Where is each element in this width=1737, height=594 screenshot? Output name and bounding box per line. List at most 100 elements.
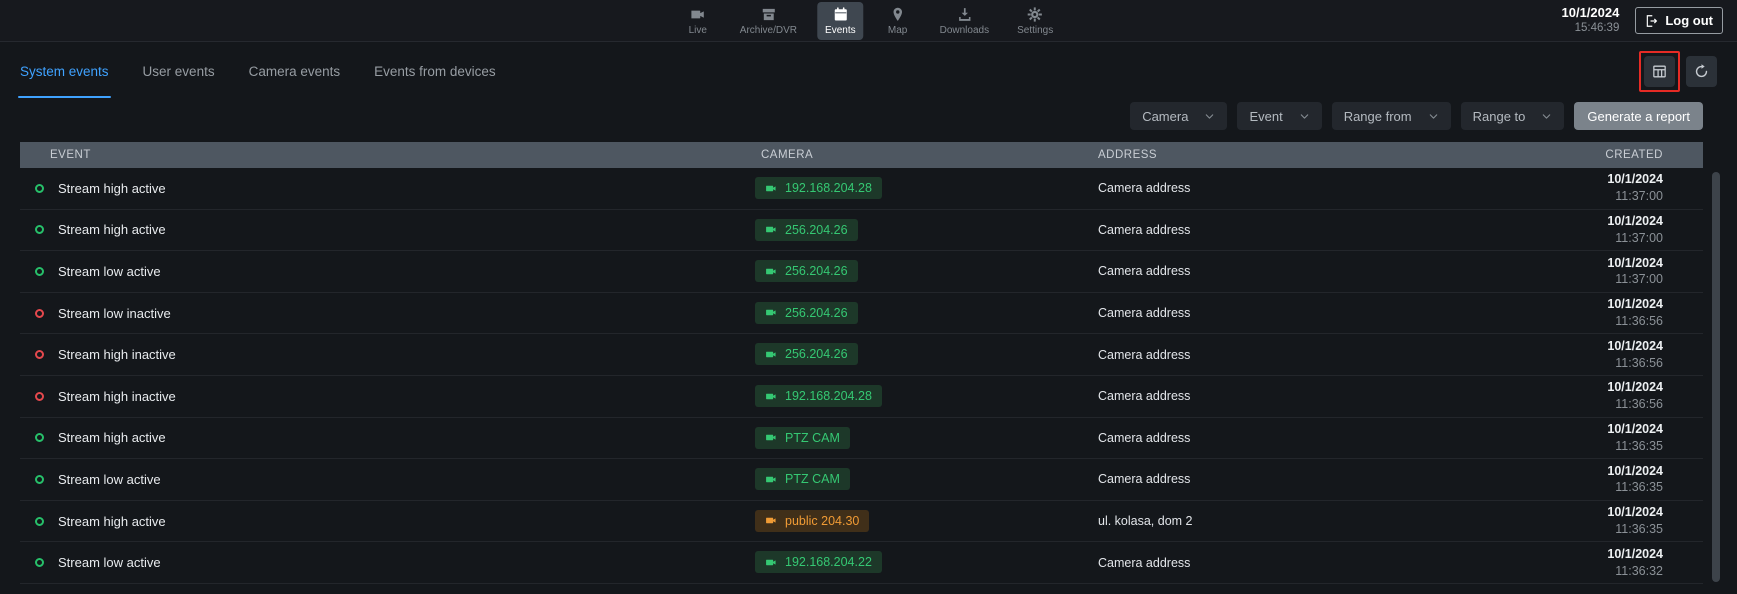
tab-camera-events[interactable]: Camera events (249, 42, 341, 100)
table-row[interactable]: Stream high active PTZ CAM Camera addres… (20, 418, 1703, 460)
table-body: Stream high active 192.168.204.28 Camera… (20, 168, 1703, 584)
event-cell: Stream high active (20, 514, 755, 529)
table-row[interactable]: Stream low active 192.168.204.22 Camera … (20, 542, 1703, 584)
camera-badge[interactable]: 192.168.204.22 (755, 551, 882, 573)
nav-item-label: Archive/DVR (740, 26, 797, 36)
nav-item-live[interactable]: Live (676, 2, 720, 40)
created-cell: 10/1/2024 11:36:32 (1453, 546, 1703, 580)
address-cell: Camera address (1098, 431, 1453, 445)
live-icon (689, 6, 706, 23)
table-row[interactable]: Stream high active 256.204.26 Camera add… (20, 210, 1703, 252)
nav-item-label: Settings (1017, 26, 1053, 36)
event-cell: Stream low inactive (20, 306, 755, 321)
camera-name: 256.204.26 (785, 223, 848, 237)
camera-cell: public 204.30 (755, 510, 1098, 533)
created-time: 11:36:35 (1453, 521, 1663, 538)
table-row[interactable]: Stream low active 256.204.26 Camera addr… (20, 251, 1703, 293)
column-header-created: CREATED (1453, 149, 1703, 161)
tab-label: System events (20, 64, 109, 79)
highlight-annotation (1639, 51, 1680, 92)
table-row[interactable]: Stream high inactive 256.204.26 Camera a… (20, 334, 1703, 376)
address-label: Camera address (1098, 556, 1190, 570)
chevron-down-icon (1299, 111, 1310, 122)
nav-item-label: Downloads (940, 26, 989, 36)
status-icon (35, 475, 44, 484)
camera-icon (765, 182, 778, 195)
address-cell: Camera address (1098, 223, 1453, 237)
camera-badge[interactable]: PTZ CAM (755, 427, 850, 449)
camera-badge[interactable]: 256.204.26 (755, 219, 858, 241)
address-label: Camera address (1098, 223, 1190, 237)
camera-cell: PTZ CAM (755, 427, 1098, 450)
camera-icon (765, 265, 778, 278)
table-row[interactable]: Stream high inactive 192.168.204.28 Came… (20, 376, 1703, 418)
camera-badge[interactable]: public 204.30 (755, 510, 869, 532)
table-row[interactable]: Stream high active public 204.30 ul. kol… (20, 501, 1703, 543)
created-cell: 10/1/2024 11:37:00 (1453, 255, 1703, 289)
nav-item-map[interactable]: Map (876, 2, 920, 40)
event-cell: Stream low active (20, 555, 755, 570)
filters: Camera Event Range from Range to Generat… (0, 100, 1737, 142)
tab-system-events[interactable]: System events (20, 42, 109, 100)
nav-item-downloads[interactable]: Downloads (932, 2, 997, 40)
table-row[interactable]: Stream low active PTZ CAM Camera address… (20, 459, 1703, 501)
status-icon (35, 517, 44, 526)
tab-user-events[interactable]: User events (143, 42, 215, 100)
camera-badge[interactable]: 256.204.26 (755, 302, 858, 324)
created-date: 10/1/2024 (1453, 546, 1663, 563)
created-cell: 10/1/2024 11:36:35 (1453, 504, 1703, 538)
address-cell: Camera address (1098, 181, 1453, 195)
event-cell: Stream high inactive (20, 347, 755, 362)
address-label: Camera address (1098, 264, 1190, 278)
created-time: 11:37:00 (1453, 230, 1663, 247)
camera-badge[interactable]: 256.204.26 (755, 343, 858, 365)
event-label: Stream high inactive (58, 347, 176, 362)
logout-icon (1645, 14, 1659, 28)
camera-icon (765, 431, 778, 444)
clock-time: 15:46:39 (1562, 21, 1620, 36)
address-cell: Camera address (1098, 556, 1453, 570)
address-label: Camera address (1098, 181, 1190, 195)
dropdown-event[interactable]: Event (1237, 102, 1321, 130)
refresh-button[interactable] (1686, 56, 1717, 87)
camera-name: 192.168.204.22 (785, 555, 872, 569)
dropdown-camera[interactable]: Camera (1130, 102, 1227, 130)
nav-item-settings[interactable]: Settings (1009, 2, 1061, 40)
nav-item-events[interactable]: Events (817, 2, 864, 40)
column-header-event: EVENT (20, 149, 755, 161)
created-date: 10/1/2024 (1453, 171, 1663, 188)
address-cell: ul. kolasa, dom 2 (1098, 514, 1453, 528)
nav-item-label: Map (888, 26, 907, 36)
dropdown-label: Camera (1142, 109, 1188, 124)
events-icon (832, 6, 849, 23)
dropdown-range-to[interactable]: Range to (1461, 102, 1565, 130)
dropdown-range-from[interactable]: Range from (1332, 102, 1451, 130)
camera-name: 256.204.26 (785, 264, 848, 278)
table-row[interactable]: Stream high active 192.168.204.28 Camera… (20, 168, 1703, 210)
camera-badge[interactable]: PTZ CAM (755, 468, 850, 490)
created-time: 11:37:00 (1453, 271, 1663, 288)
camera-badge[interactable]: 256.204.26 (755, 260, 858, 282)
table-scrollbar[interactable] (1712, 172, 1720, 582)
status-icon (35, 392, 44, 401)
created-cell: 10/1/2024 11:36:35 (1453, 463, 1703, 497)
created-cell: 10/1/2024 11:37:00 (1453, 171, 1703, 205)
map-icon (889, 6, 906, 23)
report-table-icon (1651, 63, 1668, 80)
camera-icon (765, 348, 778, 361)
address-label: Camera address (1098, 431, 1190, 445)
camera-icon (765, 306, 778, 319)
chevron-down-icon (1428, 111, 1439, 122)
topbar-right: 10/1/2024 15:46:39 Log out (1562, 0, 1724, 41)
logout-button[interactable]: Log out (1635, 7, 1723, 34)
camera-badge[interactable]: 192.168.204.28 (755, 385, 882, 407)
nav-item-archive-dvr[interactable]: Archive/DVR (732, 2, 805, 40)
camera-icon (765, 556, 778, 569)
camera-icon (765, 223, 778, 236)
report-view-button[interactable] (1644, 56, 1675, 87)
generate-report-button[interactable]: Generate a report (1574, 102, 1703, 130)
camera-badge[interactable]: 192.168.204.28 (755, 177, 882, 199)
table-header: EVENTCAMERAADDRESSCREATED (20, 142, 1703, 168)
tab-events-from-devices[interactable]: Events from devices (374, 42, 496, 100)
table-row[interactable]: Stream low inactive 256.204.26 Camera ad… (20, 293, 1703, 335)
